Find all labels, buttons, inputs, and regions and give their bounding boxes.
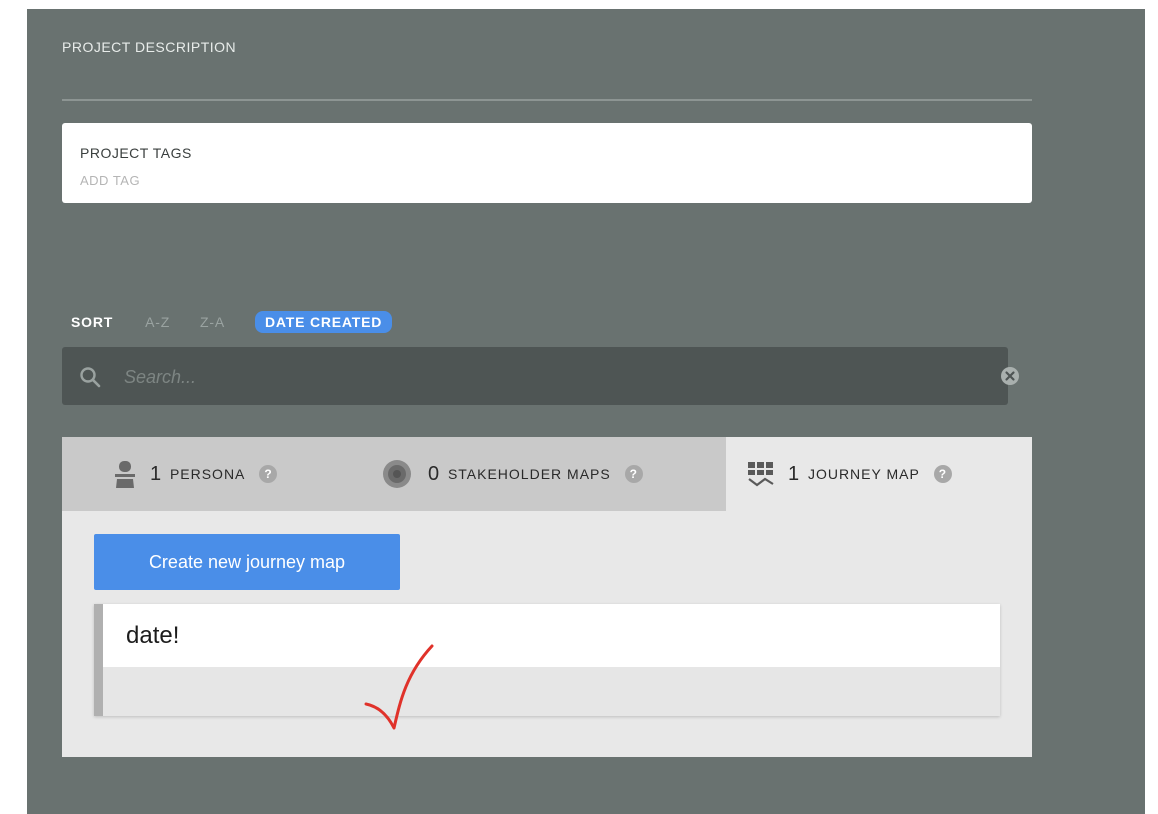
sort-date-created[interactable]: DATE CREATED	[255, 311, 393, 333]
divider	[62, 99, 1032, 101]
journey-label: JOURNEY MAP	[807, 466, 920, 482]
project-tags-card: PROJECT TAGS	[62, 123, 1032, 203]
help-icon[interactable]: ?	[259, 465, 278, 483]
card-accent-bar	[94, 604, 103, 716]
tab-stakeholder-maps[interactable]: 0 STAKEHOLDER MAPS ?	[382, 437, 643, 511]
help-icon[interactable]: ?	[933, 465, 952, 483]
search-bar	[62, 347, 1019, 405]
project-tags-title: PROJECT TAGS	[80, 145, 192, 161]
persona-label: PERSONA	[169, 466, 246, 482]
card-header: date!	[103, 604, 1000, 667]
tab-journey-map[interactable]: 1 JOURNEY MAP ?	[726, 437, 1032, 511]
stakeholder-count: 0	[428, 462, 440, 485]
stakeholder-map-icon	[383, 460, 411, 488]
project-panel: PROJECT DESCRIPTION PROJECT TAGS SORT A-…	[27, 9, 1145, 814]
persona-count: 1	[150, 462, 162, 485]
sort-z-a[interactable]: Z-A	[200, 314, 225, 330]
help-icon[interactable]: ?	[624, 465, 643, 483]
journey-map-card[interactable]: date!	[94, 604, 1000, 716]
journey-map-title[interactable]: date!	[126, 622, 179, 650]
search-input[interactable]	[122, 362, 946, 392]
content-tabs: 1 PERSONA ? 0 STAKEHOLDER MAPS ? 1 JOURN…	[62, 437, 1032, 757]
clear-search-icon[interactable]	[1000, 366, 1020, 386]
journey-map-icon	[748, 462, 774, 487]
stakeholder-label: STAKEHOLDER MAPS	[447, 466, 611, 482]
tab-persona[interactable]: 1 PERSONA ?	[112, 437, 278, 511]
sort-a-z[interactable]: A-Z	[145, 314, 170, 330]
add-tag-input[interactable]	[80, 173, 380, 188]
journey-count: 1	[788, 462, 800, 485]
project-description-label[interactable]: PROJECT DESCRIPTION	[62, 39, 236, 55]
tab-bar: 1 PERSONA ? 0 STAKEHOLDER MAPS ? 1 JOURN…	[62, 437, 1032, 511]
persona-icon	[115, 461, 135, 488]
checkmark-annotation-icon	[364, 644, 434, 730]
create-journey-map-button[interactable]: Create new journey map	[94, 534, 400, 590]
search-icon	[80, 367, 101, 388]
sort-label: SORT	[71, 314, 114, 330]
sort-bar: SORT A-Z Z-A DATE CREATED	[71, 309, 393, 335]
